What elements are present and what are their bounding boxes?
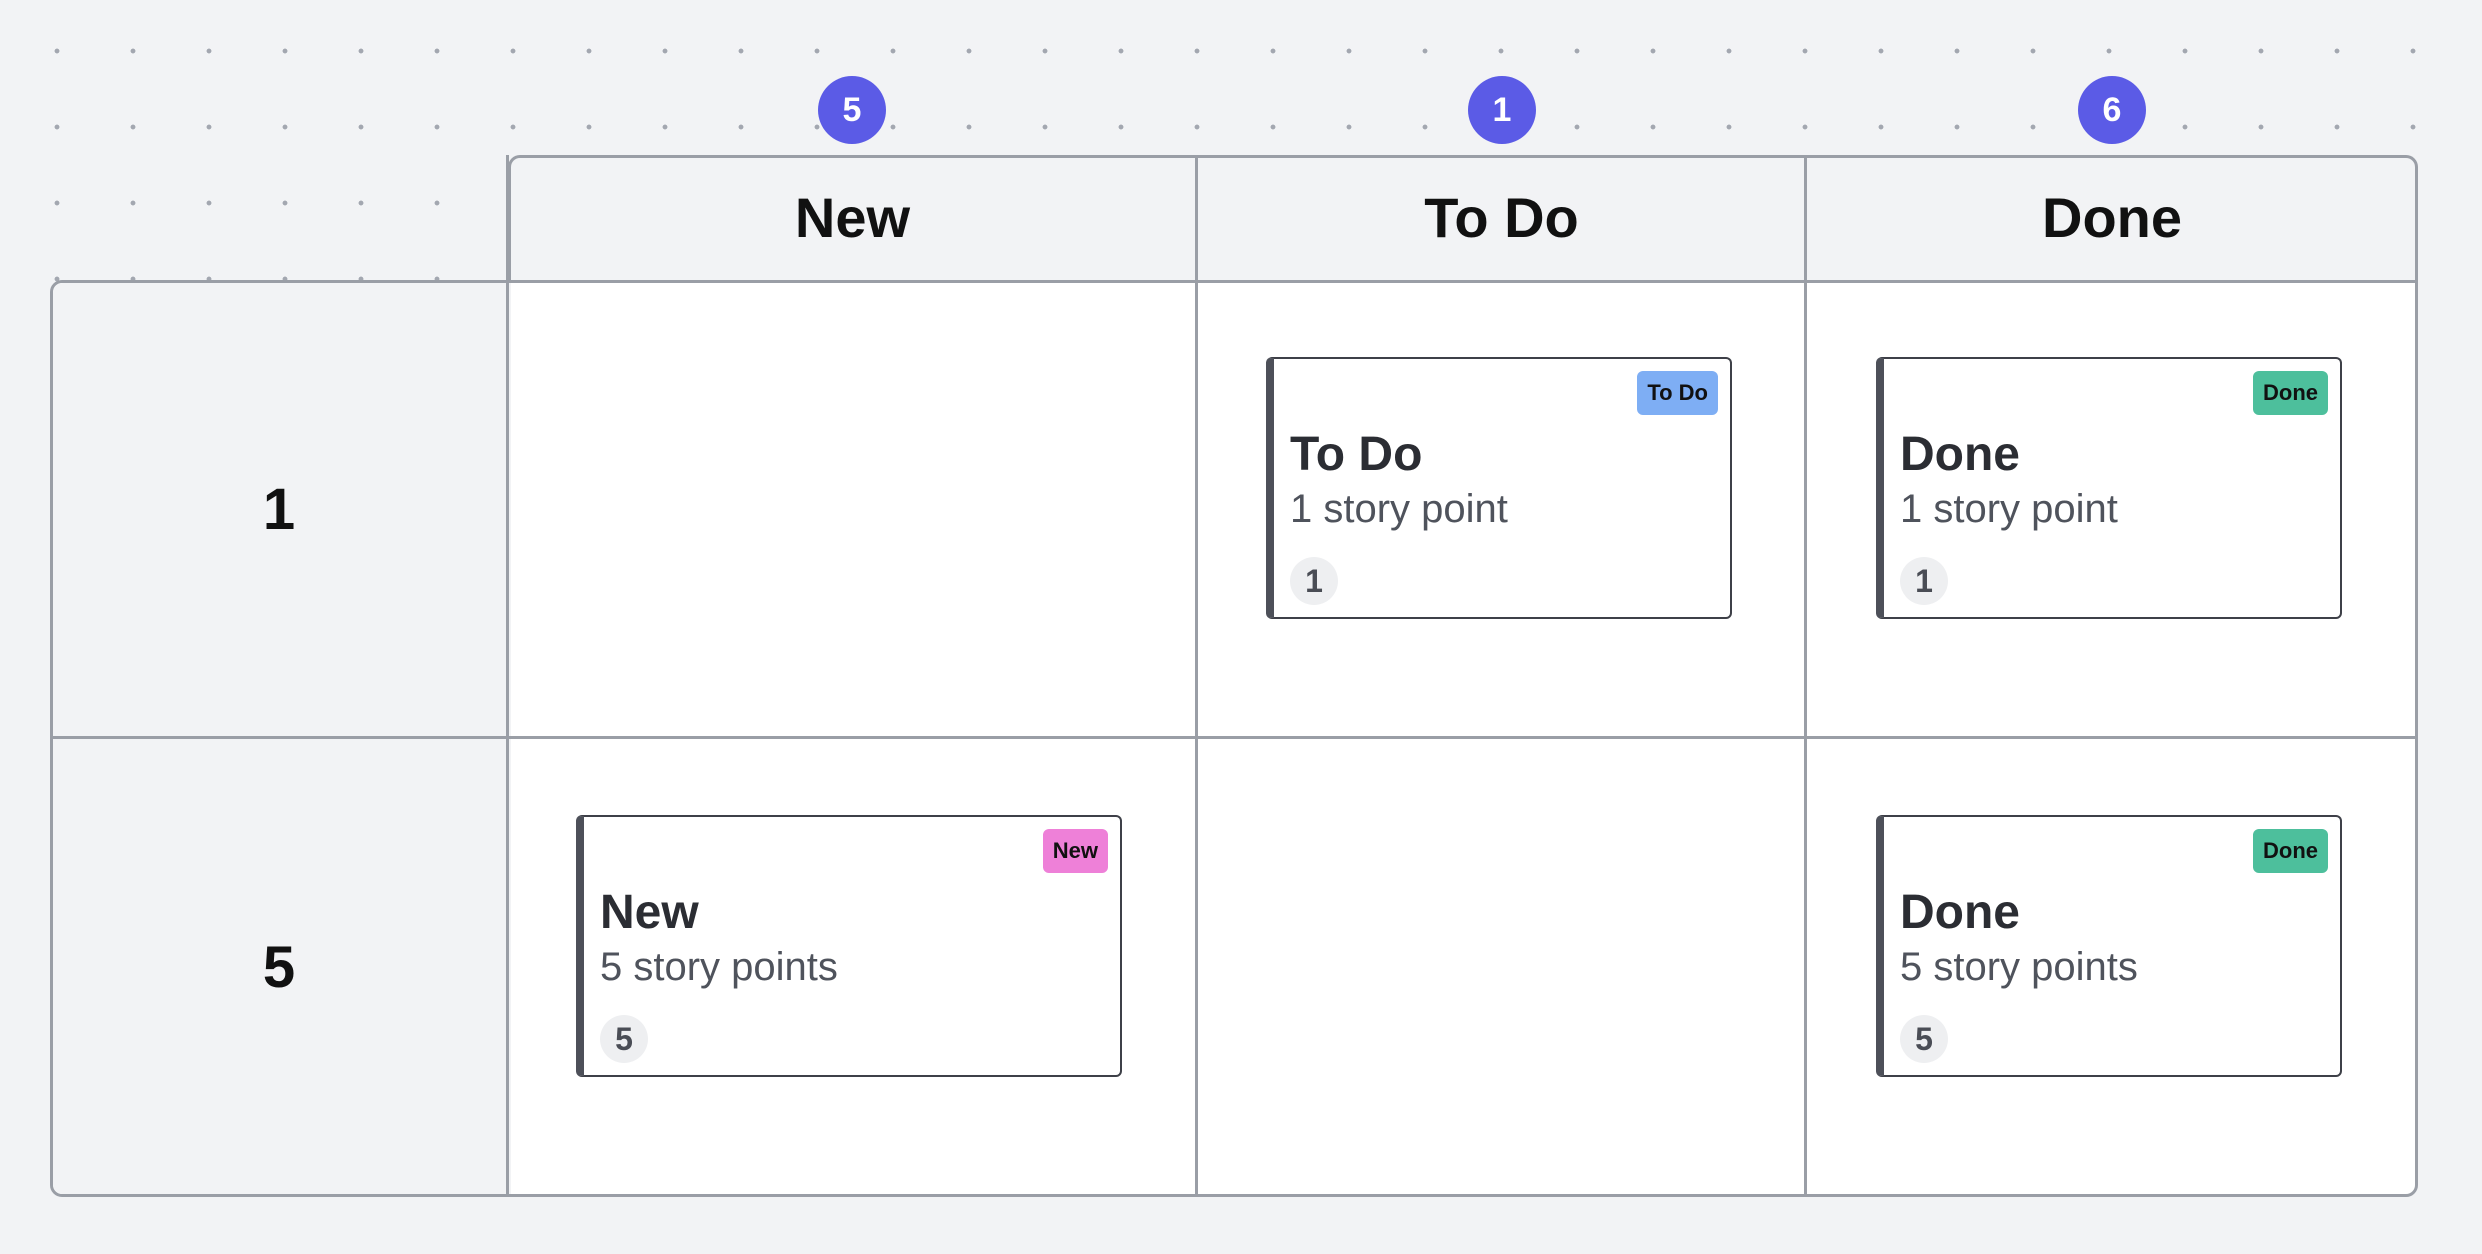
story-points-badge: 5 bbox=[1900, 1015, 1948, 1063]
column-header-to-do[interactable]: To Do bbox=[1198, 155, 1805, 280]
card[interactable]: New New 5 story points 5 bbox=[576, 815, 1122, 1077]
card-title: To Do bbox=[1290, 428, 1423, 481]
status-badge: Done bbox=[2253, 829, 2328, 873]
column-count-badge: 5 bbox=[818, 76, 886, 144]
grid-line bbox=[1804, 155, 1807, 1197]
story-points-badge: 1 bbox=[1900, 557, 1948, 605]
card-title: New bbox=[600, 886, 699, 939]
card-title: Done bbox=[1900, 886, 2020, 939]
card[interactable]: Done Done 1 story point 1 bbox=[1876, 357, 2342, 619]
card[interactable]: Done Done 5 story points 5 bbox=[1876, 815, 2342, 1077]
kanban-board: New To Do Done 5 1 6 1 5 To Do To Do 1 s… bbox=[50, 76, 2418, 1197]
status-badge: To Do bbox=[1637, 371, 1718, 415]
column-count-badge: 6 bbox=[2078, 76, 2146, 144]
grid-line bbox=[1195, 155, 1198, 1197]
card-subtitle: 5 story points bbox=[600, 945, 838, 989]
card-subtitle: 1 story point bbox=[1290, 487, 1508, 531]
column-header-done[interactable]: Done bbox=[1807, 155, 2417, 280]
card-subtitle: 5 story points bbox=[1900, 945, 2138, 989]
row-header-5[interactable]: 5 bbox=[50, 739, 508, 1195]
row-header-1[interactable]: 1 bbox=[50, 283, 508, 736]
card-title: Done bbox=[1900, 428, 2020, 481]
story-points-badge: 1 bbox=[1290, 557, 1338, 605]
column-header-new[interactable]: New bbox=[509, 155, 1196, 280]
card[interactable]: To Do To Do 1 story point 1 bbox=[1266, 357, 1732, 619]
card-subtitle: 1 story point bbox=[1900, 487, 2118, 531]
status-badge: New bbox=[1042, 829, 1108, 873]
status-badge: Done bbox=[2253, 371, 2328, 415]
story-points-badge: 5 bbox=[600, 1015, 648, 1063]
column-count-badge: 1 bbox=[1468, 76, 1536, 144]
